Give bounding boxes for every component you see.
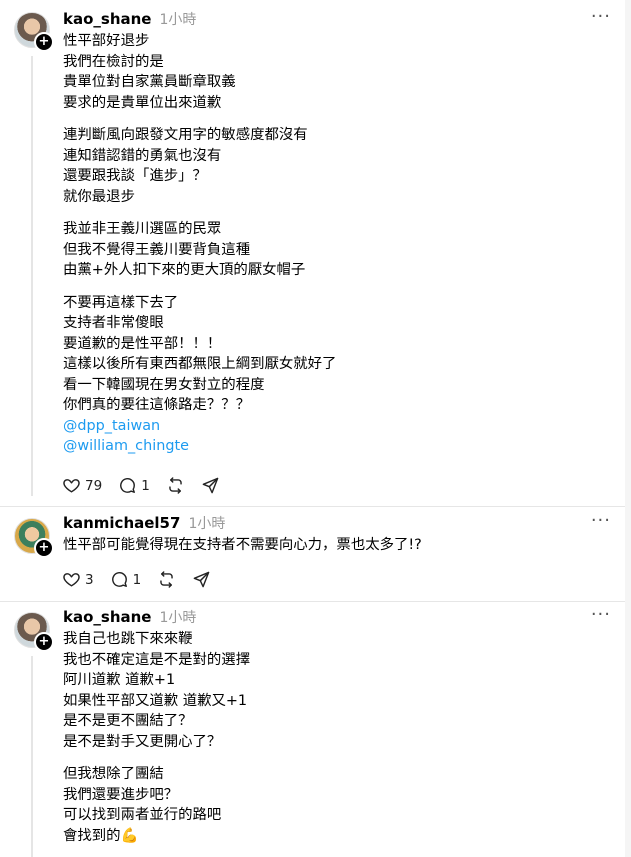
text-line: 看一下韓國現在男女對立的程度 <box>63 376 265 393</box>
timestamp[interactable]: 1小時 <box>159 607 196 627</box>
text-line: 阿川道歉 道歉+1 <box>63 672 176 688</box>
text-line: 由黨+外人扣下來的更大頂的厭女帽子 <box>63 262 306 278</box>
post-header: kanmichael57 1小時 <box>63 513 225 535</box>
username[interactable]: kanmichael57 <box>63 514 180 532</box>
reply-button[interactable]: 1 <box>118 476 150 495</box>
thread-post: + kao_shane 1小時 ··· 性平部好退步 我們在檢討的是 貴單位對自… <box>0 0 631 506</box>
thread-post: + kanmichael57 1小時 ··· 性平部可能覺得現在支持者不需要向心… <box>0 507 631 601</box>
post-actions: 3 1 <box>62 570 227 589</box>
text-line: 但我想除了團結 <box>63 766 164 782</box>
text-line: 支持者非常傻眼 <box>63 315 164 331</box>
reply-button[interactable]: 1 <box>110 570 142 589</box>
text-line: 我也不確定這是不是對的選擇 <box>63 651 251 668</box>
mention-link[interactable]: @william_chingte <box>63 436 336 457</box>
share-button[interactable] <box>192 570 211 589</box>
text-line: 我自己也跳下來來鞭 <box>63 631 193 647</box>
plus-icon[interactable]: + <box>34 538 54 558</box>
username[interactable]: kao_shane <box>63 608 151 626</box>
text-line: 是不是對手又更開心了？ <box>63 733 222 750</box>
heart-icon <box>63 479 80 493</box>
avatar[interactable]: + <box>14 518 54 558</box>
comment-icon <box>111 572 127 587</box>
repost-icon <box>160 571 173 588</box>
like-count: 3 <box>85 571 94 588</box>
thread-connector <box>31 656 33 857</box>
like-button[interactable]: 3 <box>62 570 94 589</box>
send-icon <box>202 477 219 494</box>
text-line: 你們真的要往這條路走？？？ <box>63 397 251 413</box>
more-icon[interactable]: ··· <box>591 510 611 531</box>
comment-icon <box>120 478 136 493</box>
text-line: 就你最退步 <box>63 188 135 205</box>
avatar[interactable]: + <box>14 12 54 52</box>
like-button[interactable]: 79 <box>62 476 102 495</box>
post-actions: 79 1 <box>62 476 236 495</box>
text-line: 如果性平部又道歉 道歉又+1 <box>63 692 248 709</box>
mention-link[interactable]: @dpp_taiwan <box>63 416 336 437</box>
text-line: 我們還要進步吧？ <box>63 786 179 803</box>
text-line: 可以找到兩者並行的路吧 <box>63 807 222 823</box>
repost-icon <box>169 477 182 494</box>
avatar[interactable]: + <box>14 612 54 652</box>
repost-button[interactable] <box>166 476 185 495</box>
text-line: 還要跟我談「進步」？ <box>63 168 207 184</box>
text-line: 會找到的💪 <box>63 827 139 844</box>
like-count: 79 <box>85 477 103 494</box>
plus-icon[interactable]: + <box>34 632 54 652</box>
text-line: 連判斷風向跟發文用字的敏感度都沒有 <box>63 127 308 143</box>
send-icon <box>193 571 210 588</box>
text-line: 但我不覺得王義川要背負這種 <box>63 241 251 258</box>
more-icon[interactable]: ··· <box>591 6 611 27</box>
post-text: 我自己也跳下來來鞭 我也不確定這是不是對的選擇 阿川道歉 道歉+1 如果性平部又… <box>63 629 250 846</box>
post-text: 性平部可能覺得現在支持者不需要向心力，票也太多了!? <box>63 535 422 556</box>
scrollbar[interactable] <box>625 0 631 857</box>
heart-icon <box>63 573 80 587</box>
text-line: 是不是更不團結了？ <box>63 713 193 729</box>
text-line: 性平部可能覺得現在支持者不需要向心力，票也太多了!? <box>63 537 422 553</box>
repost-button[interactable] <box>157 570 176 589</box>
more-icon[interactable]: ··· <box>591 604 611 625</box>
text-line: 不要再這樣下去了 <box>63 294 179 311</box>
timestamp[interactable]: 1小時 <box>159 9 196 29</box>
post-header: kao_shane 1小時 <box>63 607 196 629</box>
post-text: 性平部好退步 我們在檢討的是 貴單位對自家黨員斷章取義 要求的是貴單位出來道歉 … <box>63 31 336 457</box>
timestamp[interactable]: 1小時 <box>188 513 225 533</box>
text-line: 我們在檢討的是 <box>63 53 164 70</box>
text-line: 我並非王義川選區的民眾 <box>63 221 222 237</box>
text-line: 要道歉的是性平部！！！ <box>63 335 222 352</box>
plus-icon[interactable]: + <box>34 32 54 52</box>
text-line: 這樣以後所有東西都無限上綱到厭女就好了 <box>63 356 337 372</box>
text-line: 要求的是貴單位出來道歉 <box>63 94 222 111</box>
text-line: 連知錯認錯的勇氣也沒有 <box>63 147 222 164</box>
text-line: 貴單位對自家黨員斷章取義 <box>63 74 236 90</box>
username[interactable]: kao_shane <box>63 10 151 28</box>
text-line: 性平部好退步 <box>63 33 150 49</box>
thread-post: + kao_shane 1小時 ··· 我自己也跳下來來鞭 我也不確定這是不是對… <box>0 602 631 857</box>
reply-count: 1 <box>132 571 142 588</box>
reply-count: 1 <box>141 477 150 494</box>
thread-connector <box>31 56 33 496</box>
post-header: kao_shane 1小時 <box>63 9 196 31</box>
share-button[interactable] <box>201 476 220 495</box>
